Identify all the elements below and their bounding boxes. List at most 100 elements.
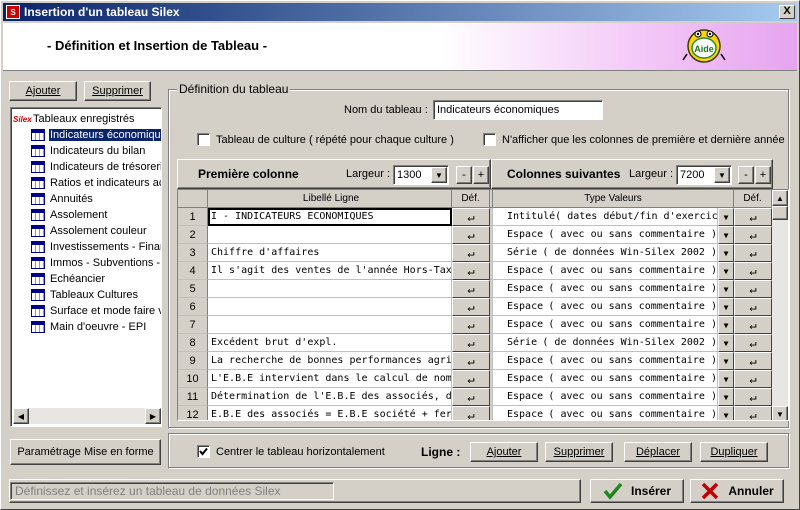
tree-item[interactable]: Indicateurs économiques bbox=[31, 127, 161, 143]
def-left-button[interactable]: ↵ bbox=[452, 208, 490, 226]
first-column-width-select[interactable]: 1300 ▼ bbox=[393, 165, 449, 185]
libelle-cell[interactable]: I - INDICATEURS ECONOMIQUES bbox=[208, 208, 452, 226]
table-row[interactable]: 10 L'E.B.E intervient dans le calcul de n… bbox=[178, 370, 774, 388]
first-last-year-checkbox-box[interactable] bbox=[483, 133, 496, 146]
tree-item[interactable]: Annuités bbox=[31, 191, 94, 207]
next-columns-width-select[interactable]: 7200 ▼ bbox=[676, 165, 732, 185]
libelle-cell[interactable] bbox=[208, 298, 452, 316]
libelle-cell[interactable]: E.B.E des associés = E.B.E société + fer… bbox=[208, 406, 452, 420]
libelle-cell[interactable]: Détermination de l'E.B.E des associés, d… bbox=[208, 388, 452, 406]
format-settings-button[interactable]: Paramétrage Mise en forme bbox=[10, 439, 161, 465]
grid-vertical-scrollbar[interactable]: ▲ ▼ bbox=[772, 190, 788, 420]
type-cell[interactable]: Espace ( avec ou sans commentaire ) bbox=[493, 298, 718, 316]
dropdown-arrow-icon[interactable]: ▼ bbox=[431, 167, 447, 183]
culture-checkbox[interactable]: Tableau de culture ( répété pour chaque … bbox=[197, 133, 454, 146]
type-dropdown-icon[interactable]: ▼ bbox=[718, 370, 734, 388]
def-left-button[interactable]: ↵ bbox=[452, 388, 490, 406]
scroll-right-icon[interactable]: ▶ bbox=[145, 408, 161, 424]
def-left-button[interactable]: ↵ bbox=[452, 226, 490, 244]
def-right-button[interactable]: ↵ bbox=[734, 352, 772, 370]
libelle-cell[interactable]: Excédent brut d'expl. bbox=[208, 334, 452, 352]
first-column-minus-button[interactable]: - bbox=[456, 166, 472, 184]
type-dropdown-icon[interactable]: ▼ bbox=[718, 352, 734, 370]
saved-tables-tree[interactable]: Silex Tableaux enregistrés Indicateurs é… bbox=[10, 107, 162, 427]
type-dropdown-icon[interactable]: ▼ bbox=[718, 226, 734, 244]
line-move-button[interactable]: Déplacer bbox=[624, 442, 692, 462]
type-cell[interactable]: Espace ( avec ou sans commentaire ) bbox=[493, 316, 718, 334]
libelle-cell[interactable]: L'E.B.E intervient dans le calcul de nom… bbox=[208, 370, 452, 388]
table-row[interactable]: 2 ↵ Espace( avec ou sans commentaire ) ▼ ↵ bbox=[178, 226, 774, 244]
def-left-button[interactable]: ↵ bbox=[452, 334, 490, 352]
tree-item[interactable]: Immos - Subventions - E bbox=[31, 255, 161, 271]
type-cell[interactable]: Espace ( avec ou sans commentaire ) bbox=[493, 352, 718, 370]
tree-horizontal-scrollbar[interactable]: ◀ ▶ bbox=[13, 408, 161, 424]
table-row[interactable]: 3 Chiffre d'affaires ↵ Série( de données Wi… bbox=[178, 244, 774, 262]
tree-item[interactable]: Ratios et indicateurs ac bbox=[31, 175, 161, 191]
delete-table-button[interactable]: Supprimer bbox=[84, 81, 151, 101]
table-name-input[interactable]: Indicateurs économiques bbox=[433, 100, 603, 120]
line-delete-button[interactable]: Supprimer bbox=[545, 442, 613, 462]
libelle-cell[interactable]: La recherche de bonnes performances agri… bbox=[208, 352, 452, 370]
type-dropdown-icon[interactable]: ▼ bbox=[718, 208, 734, 226]
line-add-button[interactable]: Ajouter bbox=[470, 442, 538, 462]
tree-item[interactable]: Assolement couleur bbox=[31, 223, 148, 239]
table-row[interactable]: 6 ↵ Espace( avec ou sans commentaire ) ▼ ↵ bbox=[178, 298, 774, 316]
libelle-cell[interactable] bbox=[208, 226, 452, 244]
type-cell[interactable]: Série ( de données Win-Silex 2002 ) bbox=[493, 334, 718, 352]
def-right-button[interactable]: ↵ bbox=[734, 316, 772, 334]
type-dropdown-icon[interactable]: ▼ bbox=[718, 406, 734, 420]
add-table-button[interactable]: Ajouter bbox=[9, 81, 77, 101]
type-cell[interactable]: Espace ( avec ou sans commentaire ) bbox=[493, 226, 718, 244]
def-right-button[interactable]: ↵ bbox=[734, 244, 772, 262]
tree-item[interactable]: Investissements - Financ bbox=[31, 239, 161, 255]
table-row[interactable]: 4 Il s'agit des ventes de l'année Hors-Ta… bbox=[178, 262, 774, 280]
type-dropdown-icon[interactable]: ▼ bbox=[718, 298, 734, 316]
type-cell[interactable]: Espace ( avec ou sans commentaire ) bbox=[493, 280, 718, 298]
type-cell[interactable]: Espace ( avec ou sans commentaire ) bbox=[493, 370, 718, 388]
table-row[interactable]: 8 Excédent brut d'expl. ↵ Série( de données… bbox=[178, 334, 774, 352]
def-right-button[interactable]: ↵ bbox=[734, 298, 772, 316]
def-right-button[interactable]: ↵ bbox=[734, 406, 772, 420]
help-button[interactable]: Aide bbox=[681, 24, 727, 68]
type-cell[interactable]: Espace ( avec ou sans commentaire ) bbox=[493, 406, 718, 420]
type-cell[interactable]: Série ( de données Win-Silex 2002 ) bbox=[493, 244, 718, 262]
cancel-button[interactable]: Annuler bbox=[690, 479, 784, 503]
type-cell[interactable]: Intitulé( dates début/fin d'exercice ) bbox=[493, 208, 718, 226]
next-columns-plus-button[interactable]: + bbox=[755, 166, 771, 184]
type-dropdown-icon[interactable]: ▼ bbox=[718, 334, 734, 352]
type-dropdown-icon[interactable]: ▼ bbox=[718, 280, 734, 298]
insert-button[interactable]: Insérer bbox=[590, 479, 684, 503]
libelle-cell[interactable]: Il s'agit des ventes de l'année Hors-Tax… bbox=[208, 262, 452, 280]
def-left-button[interactable]: ↵ bbox=[452, 352, 490, 370]
def-right-button[interactable]: ↵ bbox=[734, 334, 772, 352]
type-cell[interactable]: Espace ( avec ou sans commentaire ) bbox=[493, 388, 718, 406]
type-cell[interactable]: Espace ( avec ou sans commentaire ) bbox=[493, 262, 718, 280]
first-column-plus-button[interactable]: + bbox=[473, 166, 489, 184]
tree-item[interactable]: Assolement bbox=[31, 207, 108, 223]
scroll-up-icon[interactable]: ▲ bbox=[772, 190, 788, 206]
def-left-button[interactable]: ↵ bbox=[452, 406, 490, 420]
tree-item[interactable]: Indicateurs de trésorerie bbox=[31, 159, 161, 175]
close-button[interactable]: X bbox=[779, 5, 795, 19]
def-left-button[interactable]: ↵ bbox=[452, 316, 490, 334]
type-dropdown-icon[interactable]: ▼ bbox=[718, 244, 734, 262]
scroll-thumb[interactable] bbox=[772, 206, 788, 220]
table-row[interactable]: 7 ↵ Espace( avec ou sans commentaire ) ▼ ↵ bbox=[178, 316, 774, 334]
libelle-cell[interactable]: Chiffre d'affaires bbox=[208, 244, 452, 262]
line-duplicate-button[interactable]: Dupliquer bbox=[700, 442, 768, 462]
def-left-button[interactable]: ↵ bbox=[452, 298, 490, 316]
center-table-checkbox-box[interactable] bbox=[197, 445, 210, 458]
scroll-down-icon[interactable]: ▼ bbox=[772, 406, 788, 420]
center-table-checkbox[interactable]: Centrer le tableau horizontalement bbox=[197, 445, 385, 458]
rows-grid[interactable]: Libellé Ligne Déf. Type Valeurs Déf. 1I … bbox=[177, 189, 789, 421]
def-left-button[interactable]: ↵ bbox=[452, 244, 490, 262]
def-left-button[interactable]: ↵ bbox=[452, 370, 490, 388]
scroll-left-icon[interactable]: ◀ bbox=[13, 408, 29, 424]
dropdown-arrow-icon[interactable]: ▼ bbox=[714, 167, 730, 183]
tree-item[interactable]: Echéancier bbox=[31, 271, 106, 287]
tree-item[interactable]: Main d'oeuvre - EPI bbox=[31, 319, 147, 335]
first-last-year-checkbox[interactable]: N'afficher que les colonnes de première … bbox=[483, 133, 785, 146]
def-left-button[interactable]: ↵ bbox=[452, 262, 490, 280]
culture-checkbox-box[interactable] bbox=[197, 133, 210, 146]
def-left-button[interactable]: ↵ bbox=[452, 280, 490, 298]
